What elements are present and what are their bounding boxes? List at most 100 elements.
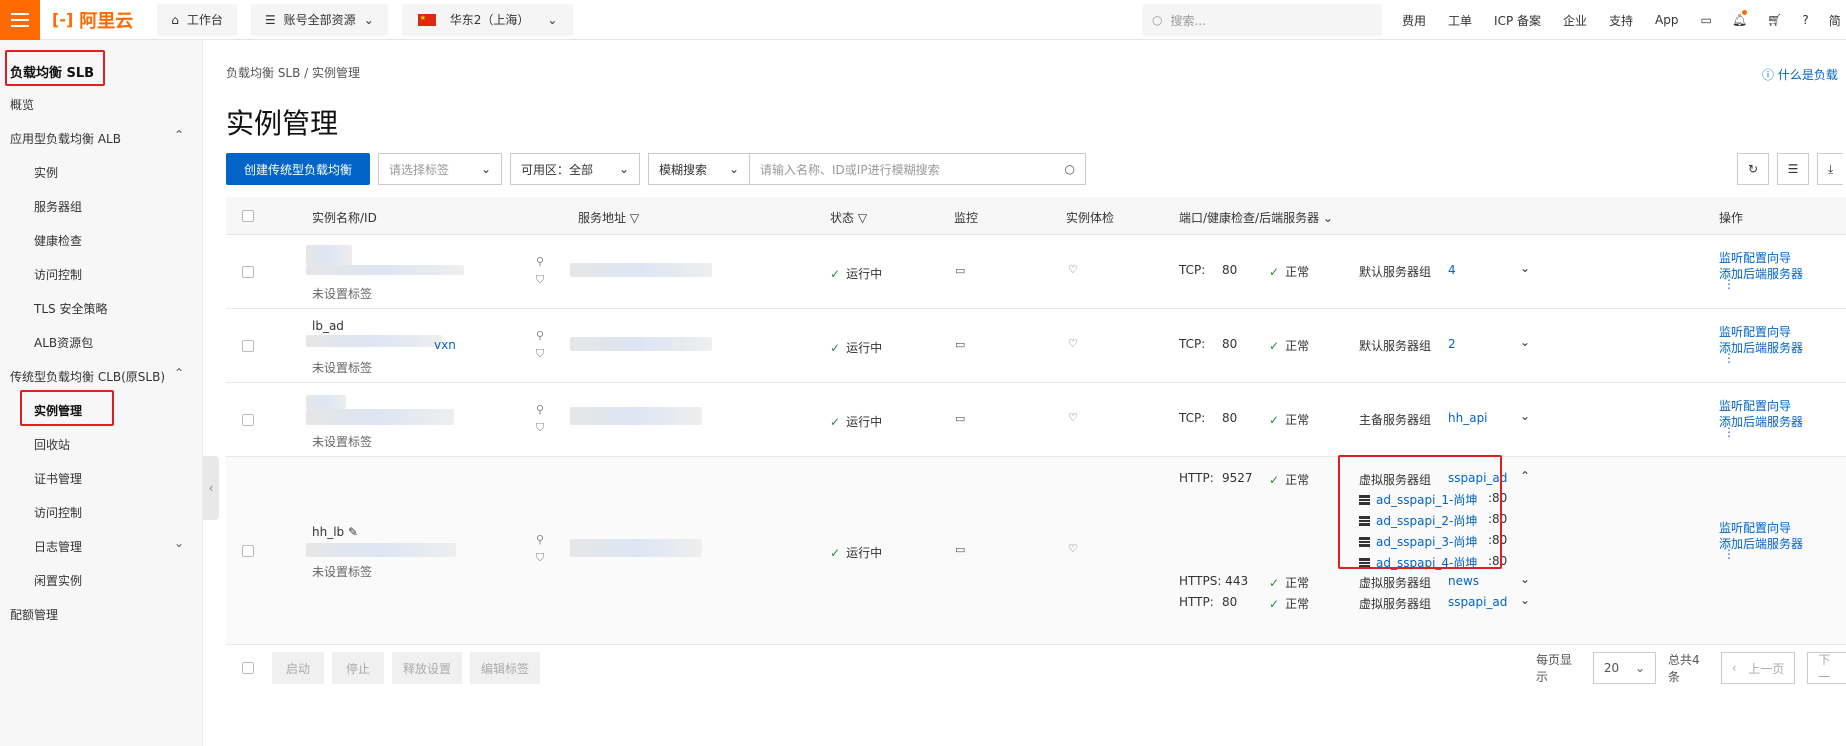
menu-icon[interactable]: [0, 0, 40, 40]
language-icon[interactable]: 简: [1829, 12, 1841, 29]
tag-label[interactable]: 未设置标签: [312, 563, 372, 580]
sidebar-item-alb-package[interactable]: ALB资源包: [34, 334, 93, 351]
download-button[interactable]: ⤓: [1817, 153, 1843, 185]
tag-label[interactable]: 未设置标签: [312, 433, 372, 450]
heartbeat-icon[interactable]: ♡: [1068, 542, 1078, 555]
sidebar-item-alb-health[interactable]: 健康检查: [34, 232, 82, 249]
shield-icon[interactable]: ⛉: [536, 273, 544, 287]
next-page-button[interactable]: 下一: [1807, 652, 1846, 684]
sidebar-item-clb-acl[interactable]: 访问控制: [34, 504, 82, 521]
listener-wizard-link[interactable]: 监听配置向导: [1719, 249, 1791, 266]
heartbeat-icon[interactable]: ♡: [1068, 337, 1078, 350]
location-icon[interactable]: ⚲: [536, 255, 544, 268]
server-group-link[interactable]: 4: [1448, 263, 1456, 277]
header-status[interactable]: 状态 ▽: [830, 209, 867, 226]
sidebar-item-quota[interactable]: 配额管理: [10, 606, 58, 623]
tag-label[interactable]: 未设置标签: [312, 285, 372, 302]
terminal-icon[interactable]: ▭: [1701, 13, 1712, 27]
stop-button[interactable]: 停止: [332, 652, 384, 684]
top-link-icp[interactable]: ICP 备案: [1494, 12, 1541, 29]
heartbeat-icon[interactable]: ♡: [1068, 263, 1078, 276]
listener-wizard-link[interactable]: 监听配置向导: [1719, 397, 1791, 414]
monitor-icon[interactable]: ▭: [955, 543, 965, 556]
release-settings-button[interactable]: 释放设置: [392, 652, 462, 684]
top-link-ticket[interactable]: 工单: [1448, 12, 1472, 29]
chevron-down-icon[interactable]: ⌄: [1520, 409, 1530, 423]
monitor-icon[interactable]: ▭: [955, 264, 965, 277]
fuzzy-search-select[interactable]: 模糊搜索 ⌄: [648, 153, 751, 185]
row-checkbox[interactable]: [242, 414, 254, 426]
cart-icon[interactable]: 🛒︎: [1767, 13, 1782, 27]
chevron-down-icon[interactable]: ⌄: [174, 536, 184, 550]
prev-page-button[interactable]: ‹ 上一页: [1720, 652, 1796, 684]
help-icon[interactable]: ?: [1802, 13, 1808, 27]
server-group-link[interactable]: 2: [1448, 337, 1456, 351]
sidebar-item-overview[interactable]: 概览: [10, 96, 34, 113]
select-all-checkbox[interactable]: [242, 210, 254, 222]
header-ports[interactable]: 端口/健康检查/后端服务器 ⌄: [1179, 209, 1333, 226]
header-address[interactable]: 服务地址 ▽: [578, 209, 639, 226]
shield-icon[interactable]: ⛉: [536, 551, 544, 565]
shield-icon[interactable]: ⛉: [536, 421, 544, 435]
sidebar-group-clb[interactable]: 传统型负载均衡 CLB(原SLB): [10, 368, 165, 385]
sidebar-item-certificates[interactable]: 证书管理: [34, 470, 82, 487]
create-clb-button[interactable]: 创建传统型负载均衡: [226, 153, 371, 185]
instance-id-link[interactable]: vxn: [434, 338, 456, 352]
chevron-down-icon[interactable]: ⌄: [1520, 593, 1530, 607]
sidebar-item-alb-tls[interactable]: TLS 安全策略: [34, 300, 107, 317]
instance-search-input[interactable]: 请输入名称、ID或IP进行模糊搜索 ○: [750, 153, 1087, 185]
filter-icon[interactable]: ▽: [858, 211, 867, 225]
sidebar-item-alb-acl[interactable]: 访问控制: [34, 266, 82, 283]
global-search[interactable]: ○ 搜索...: [1142, 4, 1382, 36]
edit-tags-button[interactable]: 编辑标签: [470, 652, 540, 684]
refresh-button[interactable]: ↻: [1737, 153, 1769, 185]
aliyun-logo[interactable]: [-] 阿里云: [52, 7, 133, 33]
sidebar-item-logs[interactable]: 日志管理: [34, 538, 82, 555]
resources-dropdown[interactable]: ☰ 账号全部资源 ⌄: [250, 3, 388, 36]
chevron-down-icon[interactable]: ⌄: [1520, 335, 1530, 349]
sidebar-item-alb-instance[interactable]: 实例: [34, 164, 58, 181]
server-group-link[interactable]: sspapi_ad: [1448, 595, 1507, 609]
server-group-link[interactable]: news: [1448, 574, 1479, 588]
sidebar-item-alb-server-group[interactable]: 服务器组: [34, 198, 82, 215]
heartbeat-icon[interactable]: ♡: [1068, 411, 1078, 424]
filter-icon[interactable]: ▽: [630, 211, 639, 225]
search-icon[interactable]: ○: [1065, 162, 1075, 176]
sidebar-item-idle[interactable]: 闲置实例: [34, 572, 82, 589]
tag-label[interactable]: 未设置标签: [312, 359, 372, 376]
chevron-down-icon[interactable]: ⌄: [1323, 211, 1333, 225]
top-link-app[interactable]: App: [1655, 13, 1678, 27]
row-checkbox[interactable]: [242, 545, 254, 557]
chevron-down-icon[interactable]: ⌄: [1520, 261, 1530, 275]
help-link[interactable]: ⓘ 什么是负载: [1762, 66, 1838, 83]
footer-select-all-checkbox[interactable]: [242, 662, 254, 674]
top-link-fee[interactable]: 费用: [1402, 12, 1426, 29]
region-dropdown[interactable]: 华东2（上海）⌄: [401, 3, 574, 36]
chevron-up-icon[interactable]: ⌃: [174, 366, 184, 380]
more-icon[interactable]: ⋮: [1723, 425, 1735, 439]
location-icon[interactable]: ⚲: [536, 329, 544, 342]
start-button[interactable]: 启动: [272, 652, 324, 684]
tag-select[interactable]: 请选择标签 ⌄: [378, 153, 503, 185]
monitor-icon[interactable]: ▭: [955, 412, 965, 425]
chevron-up-icon[interactable]: ⌃: [174, 128, 184, 142]
row-checkbox[interactable]: [242, 266, 254, 278]
listener-wizard-link[interactable]: 监听配置向导: [1719, 519, 1791, 536]
more-icon[interactable]: ⋮: [1723, 547, 1735, 561]
monitor-icon[interactable]: ▭: [955, 338, 965, 351]
listener-wizard-link[interactable]: 监听配置向导: [1719, 323, 1791, 340]
top-link-support[interactable]: 支持: [1609, 12, 1633, 29]
more-icon[interactable]: ⋮: [1723, 351, 1735, 365]
more-icon[interactable]: ⋮: [1723, 277, 1735, 291]
chevron-up-icon[interactable]: ⌃: [1520, 469, 1530, 483]
location-icon[interactable]: ⚲: [536, 403, 544, 416]
top-link-enterprise[interactable]: 企业: [1563, 12, 1587, 29]
sidebar-item-recycle-bin[interactable]: 回收站: [34, 436, 70, 453]
row-checkbox[interactable]: [242, 340, 254, 352]
bell-icon[interactable]: 🔔︎: [1732, 10, 1747, 27]
sidebar-collapse-handle[interactable]: ‹: [203, 456, 219, 520]
shield-icon[interactable]: ⛉: [536, 347, 544, 361]
sidebar-group-alb[interactable]: 应用型负载均衡 ALB: [10, 130, 121, 147]
zone-select[interactable]: 可用区：全部 ⌄: [510, 153, 641, 185]
chevron-down-icon[interactable]: ⌄: [1520, 572, 1530, 586]
